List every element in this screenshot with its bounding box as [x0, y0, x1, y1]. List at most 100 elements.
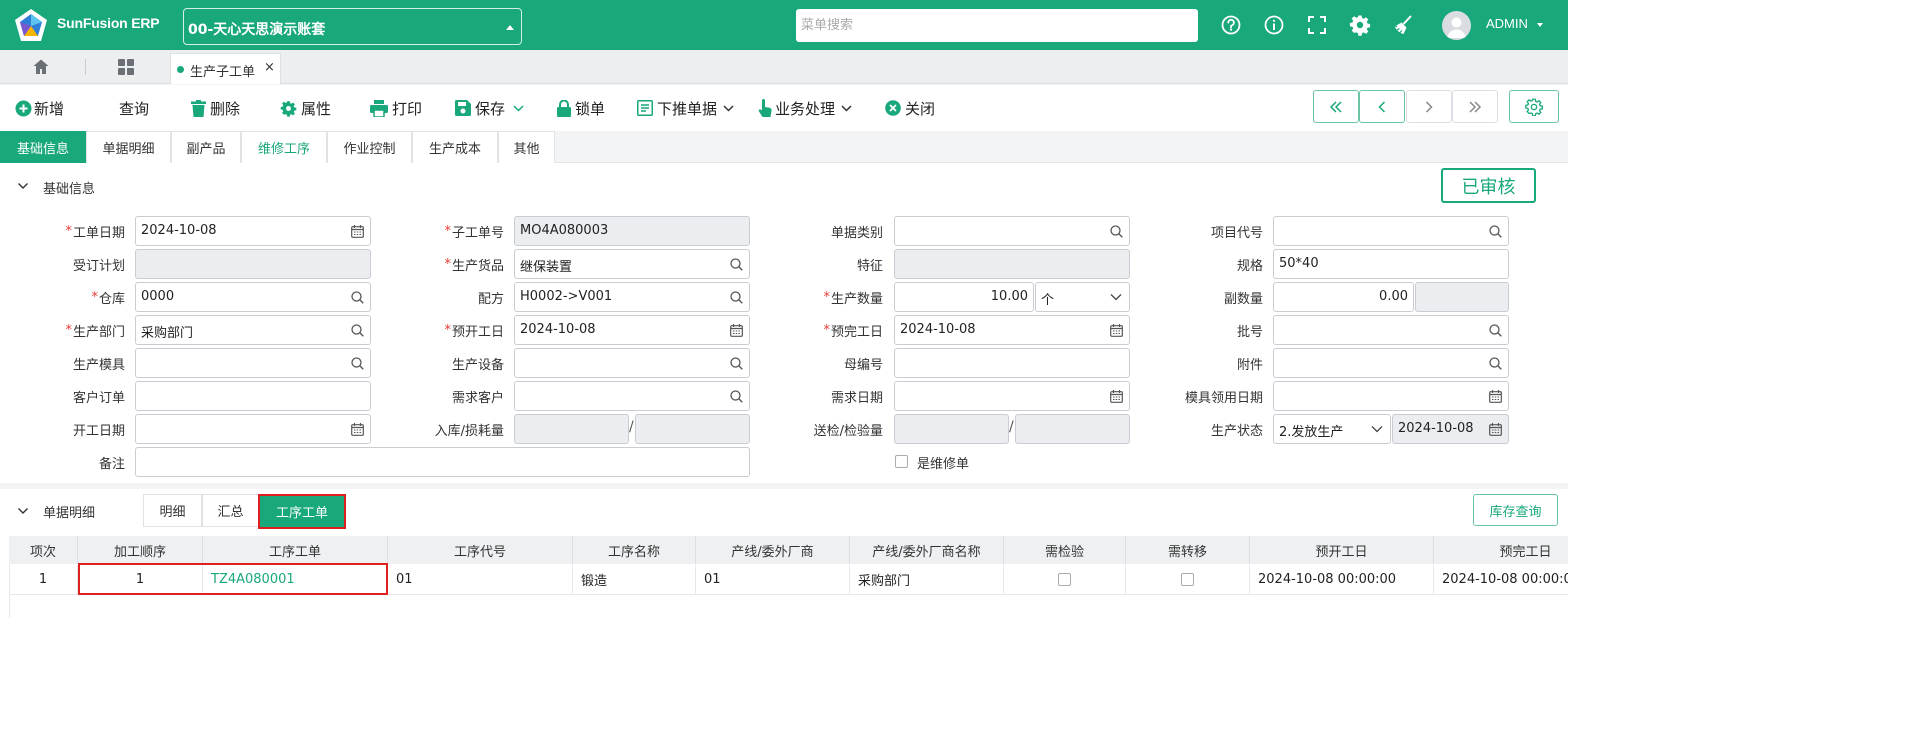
col-plan-end[interactable]: 预完工日 — [1434, 536, 1568, 564]
customer-order-field[interactable] — [135, 381, 371, 411]
col-process-name[interactable]: 工序名称 — [573, 536, 696, 564]
cell-process-order-link[interactable]: TZ4A080001 — [203, 565, 388, 595]
project-code-field[interactable] — [1273, 216, 1509, 246]
unit-select[interactable]: 个 — [1035, 282, 1130, 312]
caret-down-icon[interactable] — [1537, 23, 1543, 27]
fullscreen-icon[interactable] — [1306, 14, 1328, 36]
query-button[interactable]: 查询 — [119, 97, 149, 119]
search-icon[interactable] — [351, 291, 364, 304]
search-icon[interactable] — [730, 291, 743, 304]
delete-button[interactable]: 删除 — [191, 97, 240, 119]
spec-field[interactable]: 50*40 — [1273, 249, 1509, 279]
formula-field[interactable]: H0002->V001 — [514, 282, 750, 312]
parent-no-field[interactable] — [894, 348, 1130, 378]
calendar-icon[interactable] — [1110, 390, 1123, 403]
new-button[interactable]: 新增 — [15, 97, 64, 119]
calendar-icon[interactable] — [1110, 324, 1123, 337]
col-plan-start[interactable]: 预开工日 — [1250, 536, 1434, 564]
business-process-button[interactable]: 业务处理 — [758, 97, 852, 119]
product-field[interactable]: 继保装置 — [514, 249, 750, 279]
tab-by-products[interactable]: 副产品 — [171, 131, 241, 163]
mold-field[interactable] — [135, 348, 371, 378]
tab-document-details[interactable]: 单据明细 — [86, 131, 171, 163]
tab-basic-info[interactable]: 基础信息 — [0, 131, 86, 163]
first-record-button[interactable] — [1313, 90, 1359, 123]
next-record-button[interactable] — [1406, 90, 1452, 123]
search-icon[interactable] — [730, 357, 743, 370]
search-icon[interactable] — [730, 258, 743, 271]
mold-use-date-field[interactable] — [1273, 381, 1509, 411]
col-need-transfer[interactable]: 需转移 — [1126, 536, 1250, 564]
calendar-icon[interactable] — [1489, 390, 1502, 403]
stock-query-button[interactable]: 库存查询 — [1473, 494, 1558, 526]
help-icon[interactable] — [1220, 14, 1242, 36]
home-icon[interactable] — [32, 58, 50, 76]
search-icon[interactable] — [730, 390, 743, 403]
calendar-icon[interactable] — [730, 324, 743, 337]
demand-customer-field[interactable] — [514, 381, 750, 411]
search-icon[interactable] — [1489, 324, 1502, 337]
col-line[interactable]: 产线/委外厂商 — [696, 536, 850, 564]
prod-status-select[interactable]: 2.发放生产 — [1273, 414, 1391, 444]
cell-seq[interactable]: 1 — [78, 565, 203, 595]
search-icon[interactable] — [1489, 225, 1502, 238]
print-button[interactable]: 打印 — [370, 97, 422, 119]
col-need-inspect[interactable]: 需检验 — [1004, 536, 1126, 564]
warehouse-field[interactable]: 0000 — [135, 282, 371, 312]
menu-search-input[interactable] — [796, 9, 1198, 42]
chevron-down-icon[interactable] — [17, 180, 29, 192]
tab-production-cost[interactable]: 生产成本 — [412, 131, 498, 163]
close-button[interactable]: 关闭 — [885, 97, 935, 119]
col-line-name[interactable]: 产线/委外厂商名称 — [850, 536, 1004, 564]
plan-start-field[interactable]: 2024-10-08 — [514, 315, 750, 345]
remark-field[interactable] — [135, 447, 750, 477]
sub-quantity-field[interactable]: 0.00 — [1273, 282, 1414, 312]
equipment-field[interactable] — [514, 348, 750, 378]
is-repair-checkbox[interactable] — [895, 455, 908, 468]
tab-production-sub-order[interactable]: 生产子工单 × — [170, 53, 281, 84]
search-icon[interactable] — [351, 324, 364, 337]
doc-type-field[interactable] — [894, 216, 1130, 246]
calendar-icon[interactable] — [351, 423, 364, 436]
chevron-down-icon[interactable] — [17, 505, 29, 517]
col-process-code[interactable]: 工序代号 — [388, 536, 573, 564]
menu-search[interactable] — [796, 9, 1198, 42]
subtab-process-order[interactable]: 工序工单 — [258, 494, 346, 529]
search-icon[interactable] — [351, 357, 364, 370]
save-button[interactable]: 保存 — [455, 97, 524, 119]
batch-field[interactable] — [1273, 315, 1509, 345]
tab-work-control[interactable]: 作业控制 — [327, 131, 412, 163]
grid-icon[interactable] — [117, 58, 135, 76]
gear-icon[interactable] — [1349, 14, 1371, 36]
user-name[interactable]: ADMIN — [1486, 16, 1528, 31]
col-process-order[interactable]: 工序工单 — [203, 536, 388, 564]
properties-button[interactable]: 属性 — [280, 97, 331, 119]
col-seq[interactable]: 加工顺序 — [78, 536, 203, 564]
broom-icon[interactable] — [1392, 14, 1414, 36]
plan-end-field[interactable]: 2024-10-08 — [894, 315, 1130, 345]
account-selector[interactable]: 00-天心天思演示账套 — [183, 8, 522, 45]
search-icon[interactable] — [1489, 357, 1502, 370]
push-down-button[interactable]: 下推单据 — [637, 97, 734, 119]
col-item[interactable]: 项次 — [9, 536, 78, 564]
tab-other[interactable]: 其他 — [498, 131, 555, 163]
need-transfer-checkbox[interactable] — [1181, 573, 1194, 586]
info-icon[interactable] — [1263, 14, 1285, 36]
search-icon[interactable] — [1110, 225, 1123, 238]
need-inspect-checkbox[interactable] — [1058, 573, 1071, 586]
avatar[interactable] — [1442, 11, 1471, 40]
lock-button[interactable]: 锁单 — [557, 97, 605, 119]
calendar-icon[interactable] — [351, 225, 364, 238]
prev-record-button[interactable] — [1359, 90, 1405, 123]
attachment-field[interactable] — [1273, 348, 1509, 378]
close-icon[interactable]: × — [264, 60, 275, 75]
subtab-detail[interactable]: 明细 — [143, 494, 202, 527]
start-date-field[interactable] — [135, 414, 371, 444]
settings-button[interactable] — [1509, 90, 1559, 123]
last-record-button[interactable] — [1452, 90, 1498, 123]
demand-date-field[interactable] — [894, 381, 1130, 411]
dept-field[interactable]: 采购部门 — [135, 315, 371, 345]
subtab-summary[interactable]: 汇总 — [202, 494, 259, 527]
work-date-field[interactable]: 2024-10-08 — [135, 216, 371, 246]
quantity-field[interactable]: 10.00 — [894, 282, 1034, 312]
